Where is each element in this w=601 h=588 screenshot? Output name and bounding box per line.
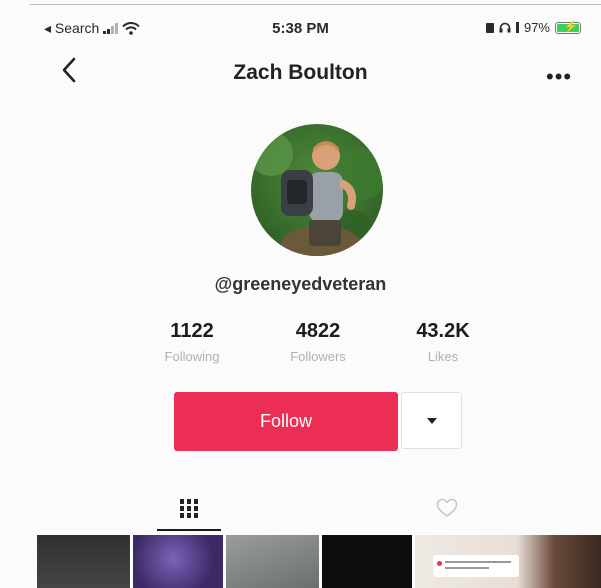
stat-followers[interactable]: 4822 Followers (268, 320, 368, 364)
status-bar: ◂ Search 5:38 PM 97% ⚡ (0, 0, 601, 56)
avatar-photo (251, 124, 383, 256)
active-tab-indicator (157, 529, 221, 531)
tab-videos[interactable] (157, 485, 221, 531)
status-right-group: 97% ⚡ (485, 20, 581, 35)
battery-percent: 97% (523, 20, 550, 35)
battery-icon: ⚡ (555, 21, 581, 34)
stat-value: 1122 (170, 320, 214, 342)
video-grid (37, 535, 601, 588)
heart-icon (436, 498, 458, 517)
video-thumbnail[interactable] (37, 535, 130, 588)
cellular-bars-icon (515, 22, 519, 33)
tab-liked[interactable] (425, 485, 469, 531)
stat-label: Likes (427, 349, 459, 364)
navigation-bar: Zach Boulton ••• (0, 50, 601, 96)
stat-label: Followers (290, 349, 346, 364)
stat-likes: 43.2K Likes (393, 320, 493, 364)
suggested-accounts-button[interactable] (401, 392, 462, 449)
username: @greeneyedveteran (214, 274, 387, 294)
headphones-icon (499, 22, 511, 33)
orientation-lock-icon (485, 22, 494, 33)
caret-down-icon (426, 417, 437, 424)
follow-button[interactable]: Follow (174, 392, 398, 451)
video-caption-overlay (433, 555, 519, 577)
video-thumbnail[interactable] (322, 535, 412, 588)
video-thumbnail[interactable] (226, 535, 319, 588)
stat-label: Following (164, 349, 220, 364)
video-thumbnail[interactable] (133, 535, 223, 588)
grid-icon (180, 499, 198, 518)
stat-value: 43.2K (416, 320, 470, 342)
stat-following[interactable]: 1122 Following (142, 320, 242, 364)
profile-title: Zach Boulton (233, 61, 368, 84)
profile-stats: 1122 Following 4822 Followers 43.2K Like… (154, 320, 484, 370)
stat-value: 4822 (295, 320, 341, 342)
video-thumbnail[interactable] (415, 535, 601, 588)
content-tabs (0, 485, 601, 531)
more-icon[interactable]: ••• (546, 64, 572, 90)
avatar[interactable] (251, 124, 383, 256)
